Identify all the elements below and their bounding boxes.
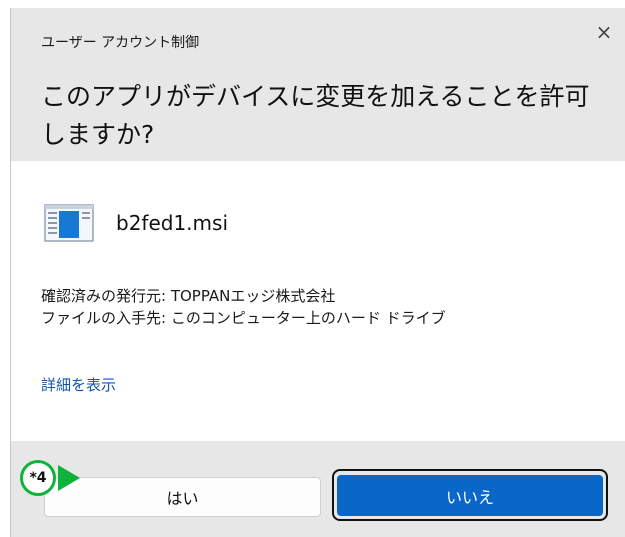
step-marker: *4	[20, 460, 56, 496]
origin-line: ファイルの入手先: このコンピューター上のハード ドライブ	[41, 309, 446, 327]
step-arrow-icon	[58, 465, 80, 491]
dialog-footer: はい いいえ	[11, 441, 625, 537]
file-row: b2fed1.msi	[44, 203, 228, 243]
window-title: ユーザー アカウント制御	[41, 35, 200, 51]
uac-dialog: ユーザー アカウント制御 × このアプリがデバイスに変更を加えることを許可します…	[10, 8, 625, 537]
publisher-line: 確認済みの発行元: TOPPANエッジ株式会社	[41, 287, 336, 305]
yes-button[interactable]: はい	[44, 477, 321, 517]
msi-installer-icon	[44, 204, 94, 242]
close-button[interactable]: ×	[590, 18, 618, 46]
no-button[interactable]: いいえ	[337, 475, 603, 516]
step-marker-label: *4	[29, 470, 47, 486]
show-details-link[interactable]: 詳細を表示	[41, 374, 116, 395]
close-icon: ×	[595, 20, 613, 44]
publisher-details: 確認済みの発行元: TOPPANエッジ株式会社 ファイルの入手先: このコンピュ…	[41, 285, 446, 329]
dialog-header: ユーザー アカウント制御 × このアプリがデバイスに変更を加えることを許可します…	[11, 8, 625, 161]
top-cutoff-strip	[0, 0, 625, 8]
permission-question: このアプリがデバイスに変更を加えることを許可しますか?	[41, 82, 590, 149]
file-name: b2fed1.msi	[116, 211, 229, 235]
